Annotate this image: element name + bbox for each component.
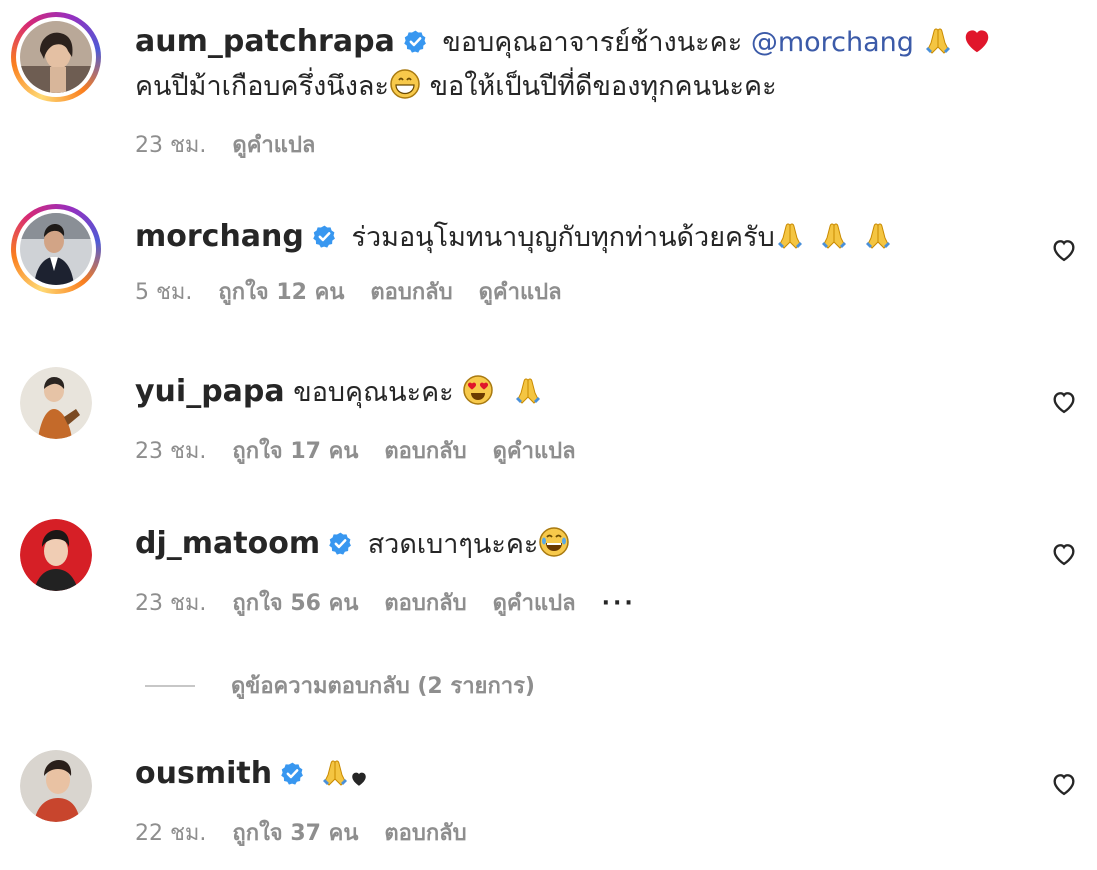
red-heart-emoji bbox=[961, 26, 993, 56]
praying-hands-emoji bbox=[775, 221, 805, 251]
username[interactable]: ousmith bbox=[135, 756, 272, 791]
timestamp[interactable]: 23 ชม. bbox=[135, 439, 206, 464]
avatar[interactable] bbox=[20, 750, 92, 822]
view-replies-link[interactable]: ดูข้อความตอบกลับ (2 รายการ) bbox=[145, 668, 535, 703]
username[interactable]: aum_patchrapa bbox=[135, 24, 395, 59]
reply-button[interactable]: ตอบกลับ bbox=[370, 280, 452, 305]
verified-badge-icon bbox=[280, 761, 305, 786]
likes-count[interactable]: ถูกใจ 37 คน bbox=[232, 821, 358, 846]
avatar[interactable] bbox=[11, 12, 101, 102]
see-translation-link[interactable]: ดูคำแปล bbox=[479, 280, 562, 305]
tears-of-joy-emoji bbox=[538, 526, 570, 558]
username[interactable]: yui_papa bbox=[135, 374, 285, 409]
see-translation-link[interactable]: ดูคำแปล bbox=[493, 591, 576, 616]
timestamp[interactable]: 5 ชม. bbox=[135, 280, 192, 305]
comment-text-line2b: ขอให้เป็นปีที่ดีของทุกคนนะคะ bbox=[429, 71, 777, 102]
timestamp[interactable]: 22 ชม. bbox=[135, 821, 206, 846]
timestamp[interactable]: 23 ชม. bbox=[135, 133, 206, 158]
verified-badge-icon bbox=[312, 224, 337, 249]
avatar[interactable] bbox=[20, 519, 92, 591]
reply-button[interactable]: ตอบกลับ bbox=[384, 821, 466, 846]
heart-eyes-emoji bbox=[462, 374, 494, 406]
more-options-icon[interactable]: ··· bbox=[602, 591, 636, 616]
verified-badge-icon bbox=[403, 29, 428, 54]
view-replies-label: ดูข้อความตอบกลับ (2 รายการ) bbox=[231, 674, 535, 699]
comment-text: สวดเบาๆนะคะ bbox=[367, 529, 539, 560]
comment-text: ขอบคุณอาจารย์ช้างนะคะ bbox=[442, 27, 743, 58]
timestamp[interactable]: 23 ชม. bbox=[135, 591, 206, 616]
like-heart-icon[interactable] bbox=[1049, 236, 1079, 264]
black-heart-emoji bbox=[350, 770, 368, 788]
likes-count[interactable]: ถูกใจ 17 คน bbox=[232, 439, 358, 464]
praying-hands-emoji bbox=[819, 221, 849, 251]
mention-link[interactable]: @morchang bbox=[751, 27, 914, 58]
comment-text: ร่วมอนุโมทนาบุญกับทุกท่านด้วยครับ bbox=[351, 222, 775, 253]
avatar[interactable] bbox=[20, 367, 92, 439]
username[interactable]: dj_matoom bbox=[135, 526, 320, 561]
see-translation-link[interactable]: ดูคำแปล bbox=[493, 439, 576, 464]
reply-button[interactable]: ตอบกลับ bbox=[384, 591, 466, 616]
praying-hands-emoji bbox=[320, 758, 350, 788]
likes-count[interactable]: ถูกใจ 12 คน bbox=[218, 280, 344, 305]
reply-button[interactable]: ตอบกลับ bbox=[384, 439, 466, 464]
like-heart-icon[interactable] bbox=[1049, 388, 1079, 416]
like-heart-icon[interactable] bbox=[1049, 770, 1079, 798]
grinning-emoji bbox=[389, 68, 421, 100]
comment-text: ขอบคุณนะคะ bbox=[293, 377, 454, 408]
praying-hands-emoji bbox=[923, 26, 953, 56]
avatar[interactable] bbox=[11, 204, 101, 294]
likes-count[interactable]: ถูกใจ 56 คน bbox=[232, 591, 358, 616]
comment-text-line2: คนปีม้าเกือบครึ่งนึงละ bbox=[135, 71, 389, 102]
verified-badge-icon bbox=[328, 531, 353, 556]
see-translation-link[interactable]: ดูคำแปล bbox=[232, 133, 315, 158]
divider-line bbox=[145, 685, 195, 687]
like-heart-icon[interactable] bbox=[1049, 540, 1079, 568]
username[interactable]: morchang bbox=[135, 219, 304, 254]
praying-hands-emoji bbox=[513, 376, 543, 406]
praying-hands-emoji bbox=[863, 221, 893, 251]
